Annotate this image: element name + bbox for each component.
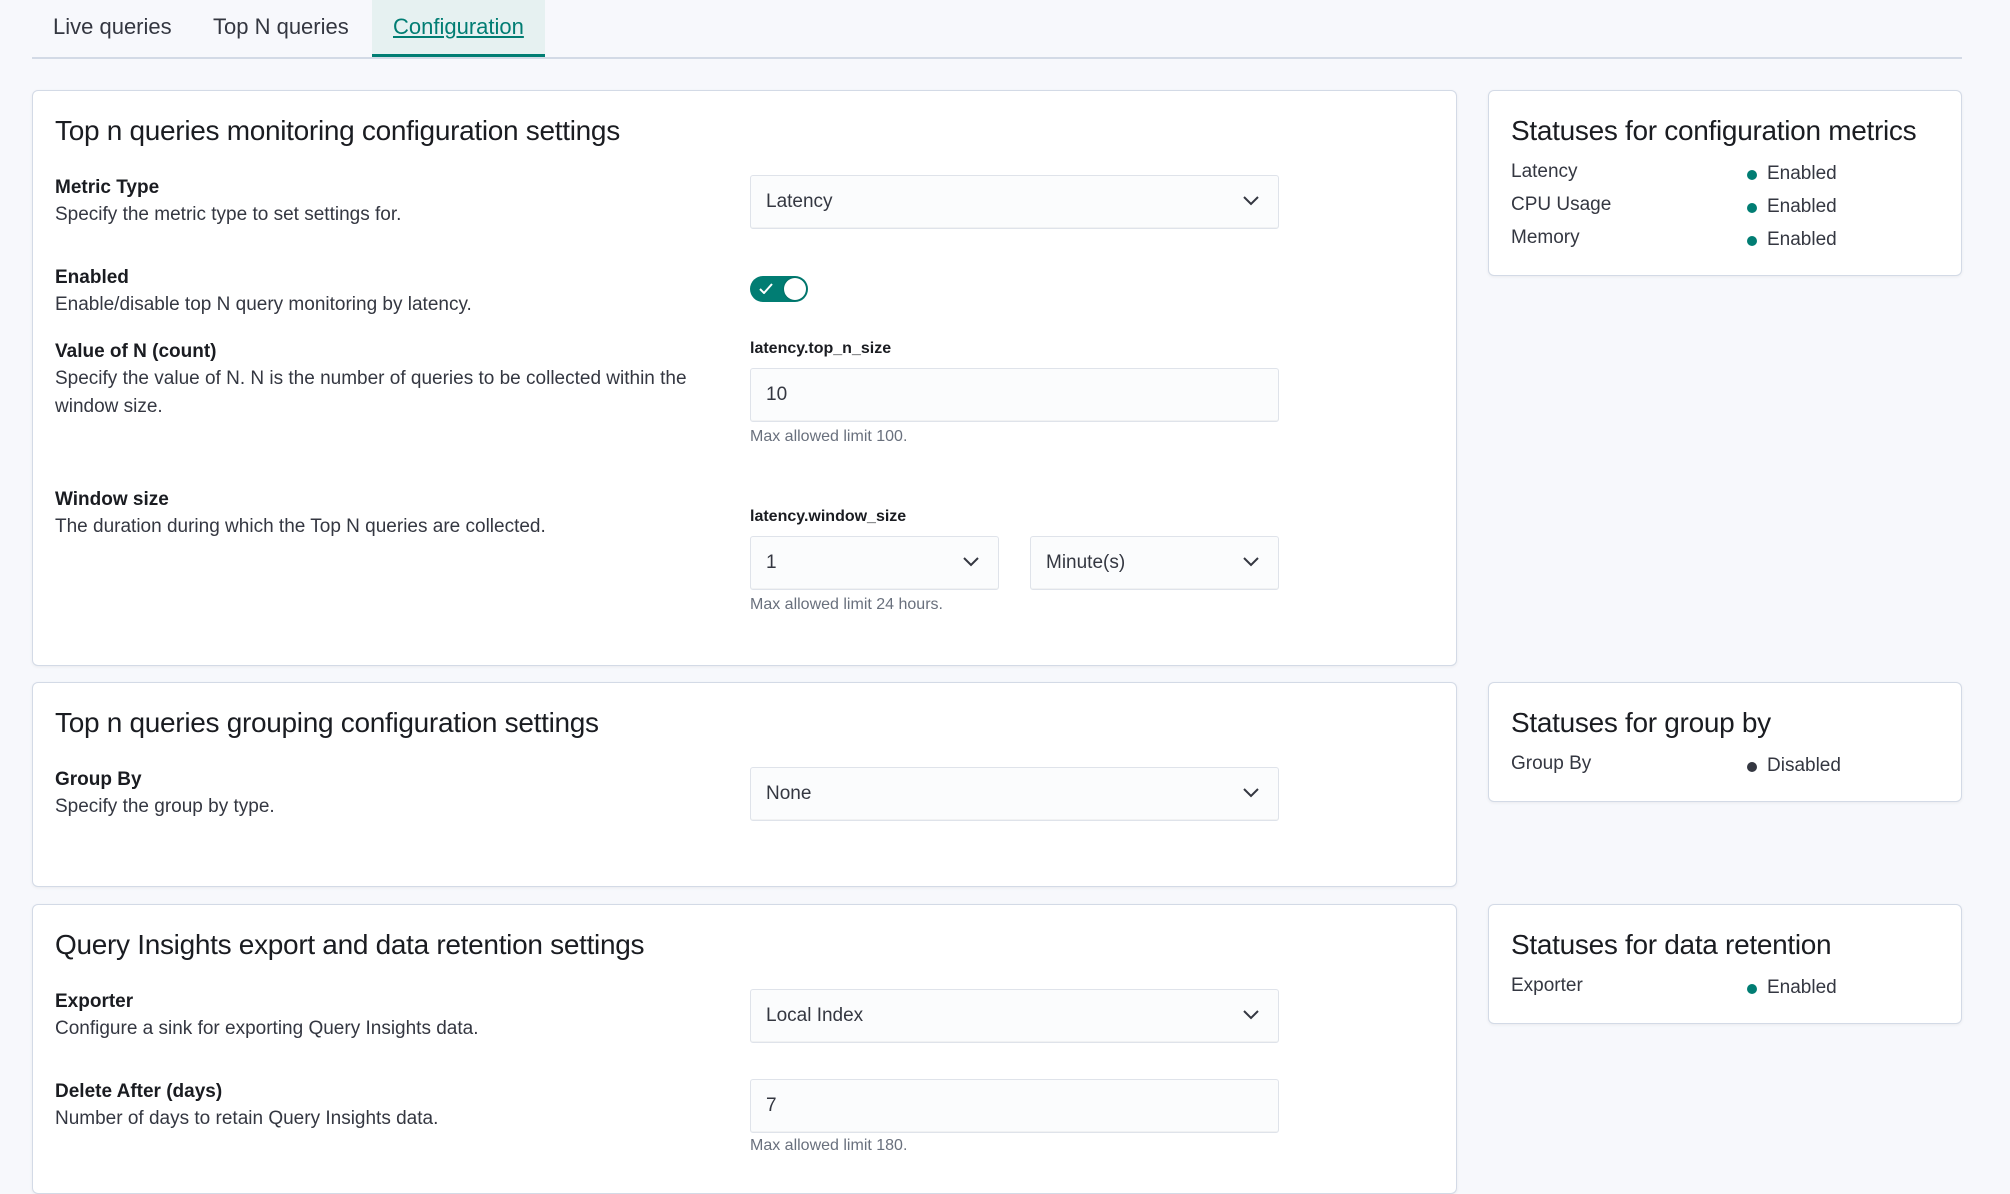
chevron-down-icon — [1243, 788, 1259, 798]
field-description: Enable/disable top N query monitoring by… — [55, 294, 472, 315]
field-label: Group By — [55, 769, 142, 790]
field-description: Specify the value of N. N is the number … — [55, 368, 687, 417]
field-label: Value of N (count) — [55, 341, 217, 362]
input-value: 10 — [766, 384, 788, 405]
panel-title: Top n queries monitoring configuration s… — [55, 115, 620, 146]
status-value: Disabled — [1767, 755, 1841, 776]
metric-type-select[interactable]: Latency — [750, 175, 1279, 229]
control-label: latency.top_n_size — [750, 340, 892, 357]
chevron-down-icon — [1243, 196, 1259, 206]
status-name: CPU Usage — [1511, 194, 1612, 215]
input-value: 7 — [766, 1095, 777, 1116]
status-group-panel: Statuses for group by Group By Disabled — [1488, 682, 1962, 802]
status-metrics-panel: Statuses for configuration metrics Laten… — [1488, 90, 1962, 276]
status-title: Statuses for data retention — [1511, 929, 1832, 960]
status-retention-panel: Statuses for data retention Exporter Ena… — [1488, 904, 1962, 1024]
delete-after-input[interactable]: 7 — [750, 1079, 1279, 1133]
status-row: Latency Enabled — [1511, 161, 1941, 191]
panel-title: Top n queries grouping configuration set… — [55, 707, 599, 738]
status-name: Latency — [1511, 161, 1578, 182]
top-n-size-input[interactable]: 10 — [750, 368, 1279, 422]
field-label: Enabled — [55, 267, 129, 288]
dot-icon — [1747, 170, 1757, 180]
field-label: Delete After (days) — [55, 1081, 223, 1102]
check-icon — [759, 283, 773, 294]
select-value: Local Index — [766, 1005, 864, 1026]
select-value: Minute(s) — [1046, 552, 1126, 573]
status-name: Group By — [1511, 753, 1592, 774]
select-value: 1 — [766, 552, 777, 573]
select-value: None — [766, 783, 812, 804]
dot-icon — [1747, 236, 1757, 246]
dot-icon — [1747, 203, 1757, 213]
window-size-select[interactable]: 1 — [750, 536, 999, 590]
status-row: Memory Enabled — [1511, 227, 1941, 257]
status-row: Group By Disabled — [1511, 753, 1941, 783]
field-description: Configure a sink for exporting Query Ins… — [55, 1018, 479, 1039]
status-title: Statuses for group by — [1511, 707, 1771, 738]
status-row: CPU Usage Enabled — [1511, 194, 1941, 224]
dot-icon — [1747, 762, 1757, 772]
enabled-toggle[interactable] — [750, 276, 808, 302]
tab-configuration[interactable]: Configuration — [372, 0, 545, 57]
help-text: Max allowed limit 24 hours. — [750, 596, 943, 613]
tab-bar: Live queries Top N queries Configuration — [32, 0, 1962, 59]
status-value: Enabled — [1767, 977, 1837, 998]
panel-title: Query Insights export and data retention… — [55, 929, 645, 960]
field-description: The duration during which the Top N quer… — [55, 516, 546, 537]
status-value: Enabled — [1767, 196, 1837, 217]
status-value: Enabled — [1767, 229, 1837, 250]
field-description: Specify the metric type to set settings … — [55, 204, 402, 225]
field-description: Specify the group by type. — [55, 796, 275, 817]
chevron-down-icon — [1243, 557, 1259, 567]
field-label: Metric Type — [55, 177, 160, 198]
chevron-down-icon — [1243, 1010, 1259, 1020]
status-row: Exporter Enabled — [1511, 975, 1941, 1005]
dot-icon — [1747, 984, 1757, 994]
chevron-down-icon — [963, 557, 979, 567]
export-retention-panel: Query Insights export and data retention… — [32, 904, 1457, 1194]
tab-top-n-queries[interactable]: Top N queries — [192, 0, 370, 57]
grouping-settings-panel: Top n queries grouping configuration set… — [32, 682, 1457, 887]
help-text: Max allowed limit 100. — [750, 428, 908, 445]
field-label: Exporter — [55, 991, 134, 1012]
select-value: Latency — [766, 191, 833, 212]
window-unit-select[interactable]: Minute(s) — [1030, 536, 1279, 590]
help-text: Max allowed limit 180. — [750, 1137, 908, 1154]
exporter-select[interactable]: Local Index — [750, 989, 1279, 1043]
field-description: Number of days to retain Query Insights … — [55, 1108, 439, 1129]
status-value: Enabled — [1767, 163, 1837, 184]
status-title: Statuses for configuration metrics — [1511, 115, 1917, 146]
monitoring-settings-panel: Top n queries monitoring configuration s… — [32, 90, 1457, 666]
field-label: Window size — [55, 489, 169, 510]
toggle-knob — [784, 278, 806, 300]
group-by-select[interactable]: None — [750, 767, 1279, 821]
status-name: Exporter — [1511, 975, 1583, 996]
status-name: Memory — [1511, 227, 1580, 248]
control-label: latency.window_size — [750, 508, 907, 525]
tab-live-queries[interactable]: Live queries — [32, 0, 193, 57]
